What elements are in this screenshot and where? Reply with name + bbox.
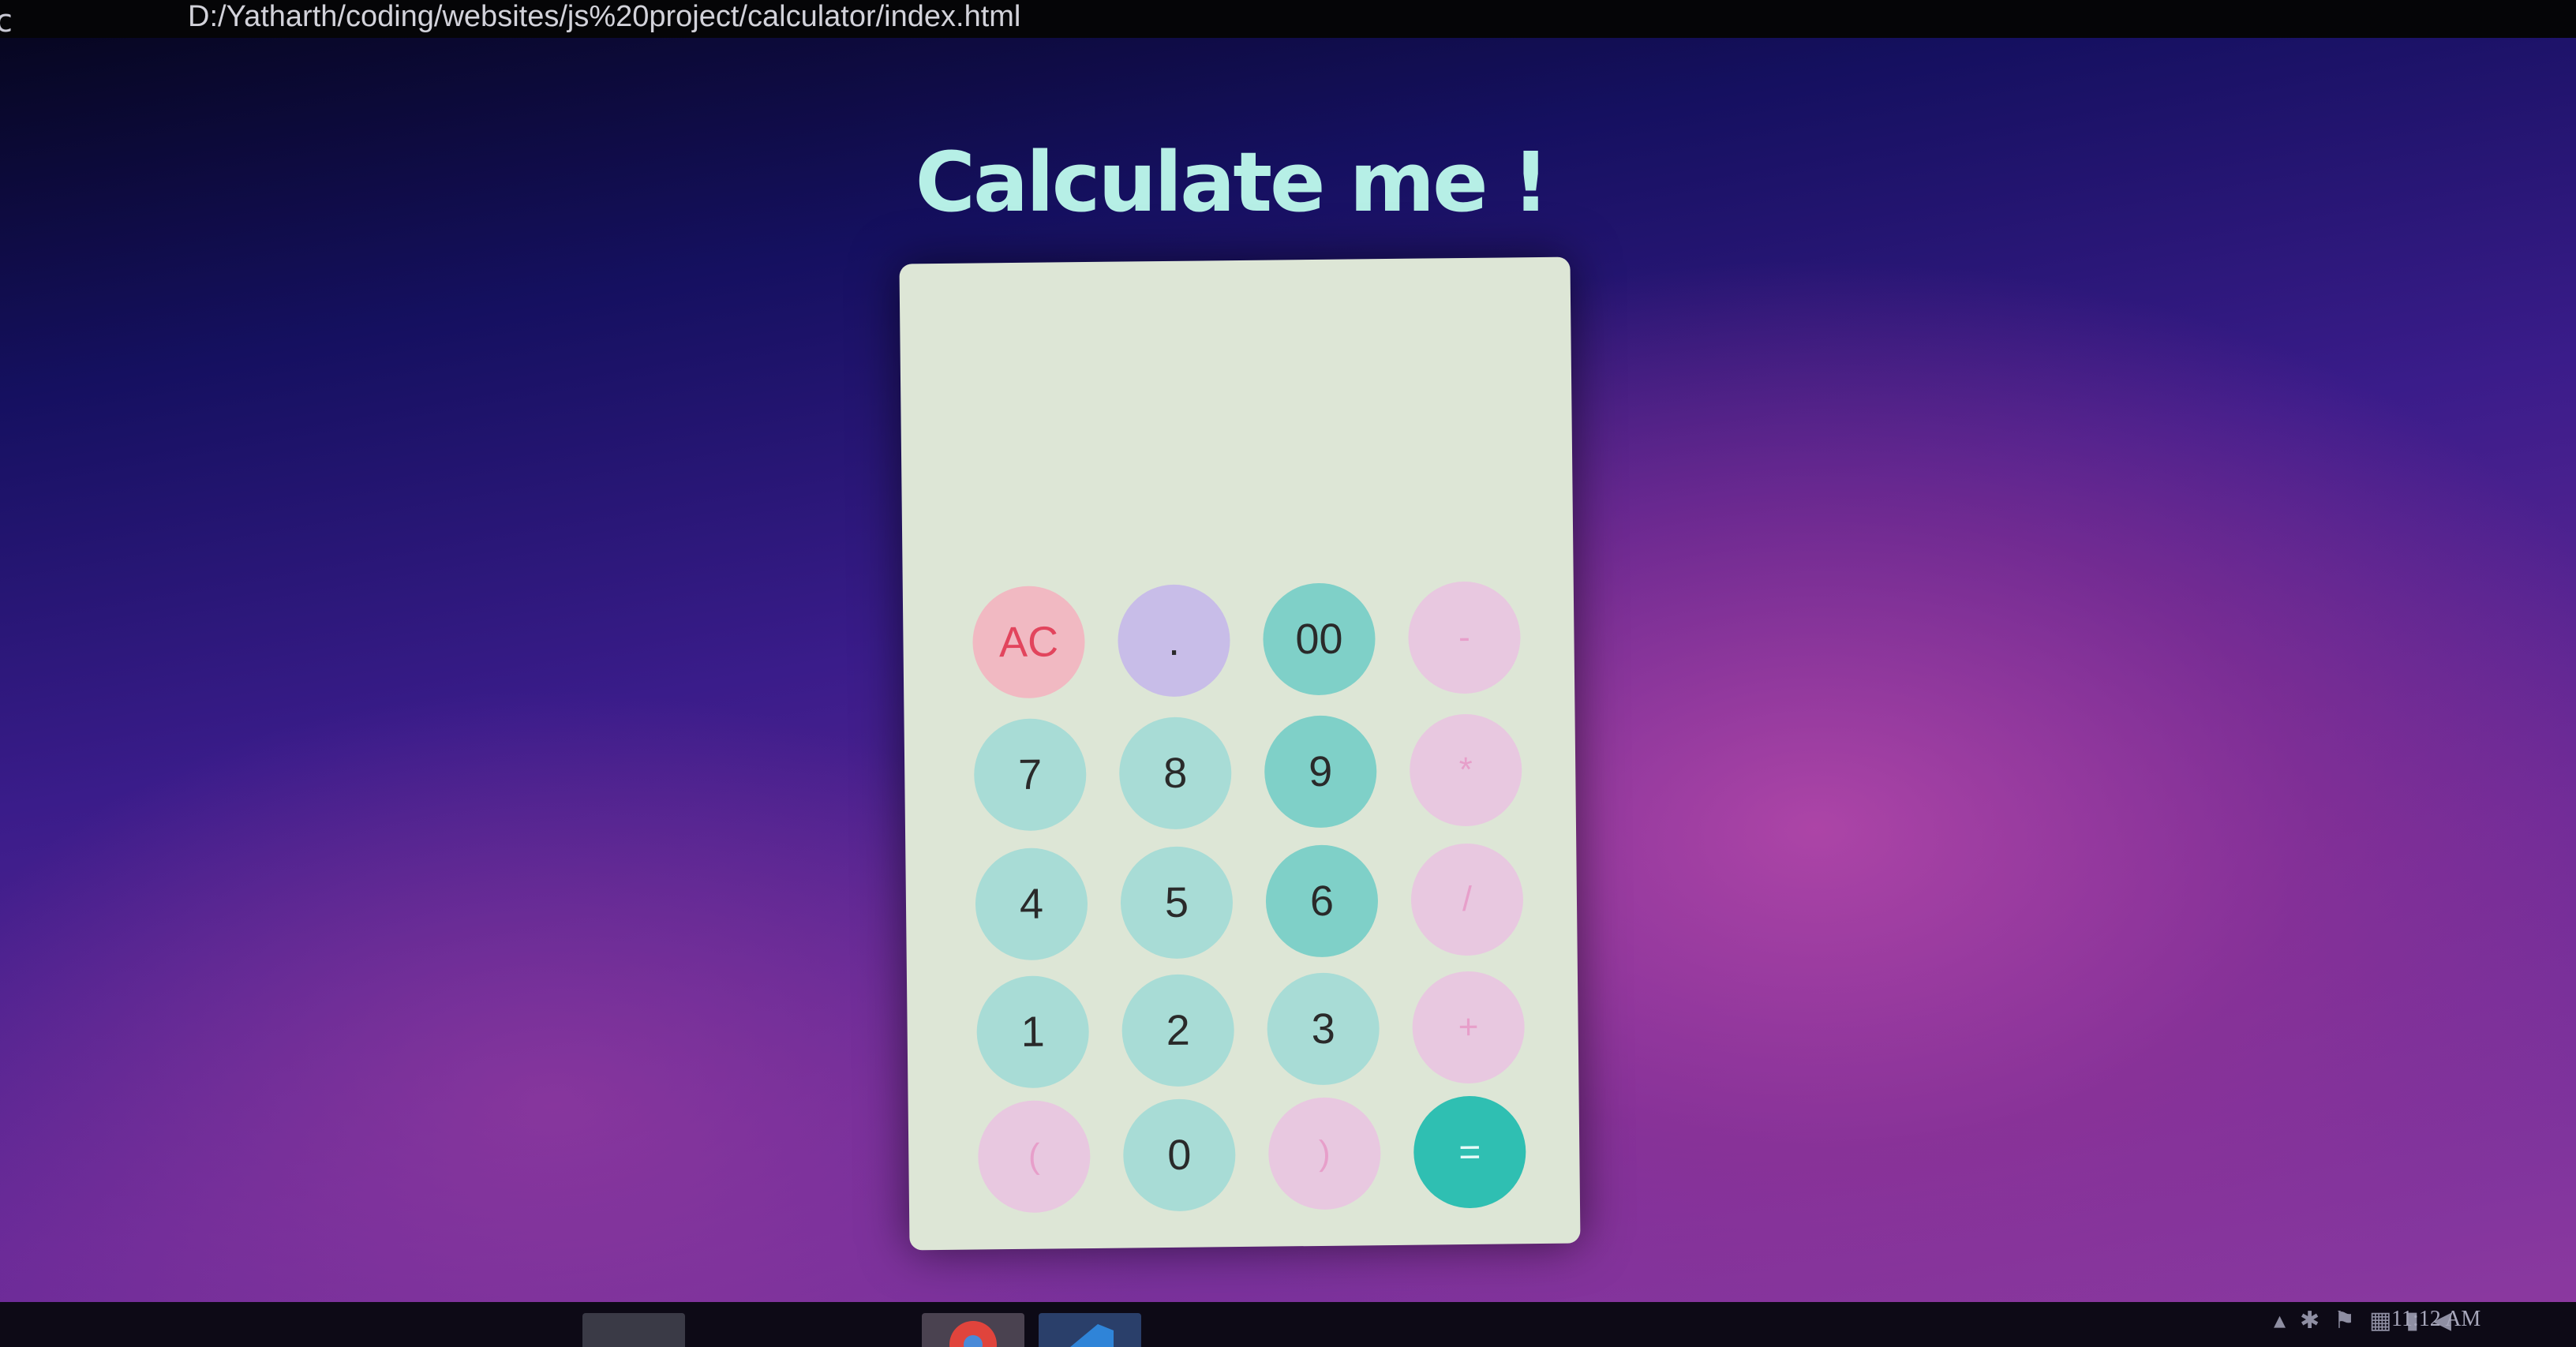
chrome-icon[interactable]: [922, 1313, 1024, 1347]
browser-address-bar[interactable]: c D:/Yatharth/coding/websites/js%20proje…: [0, 0, 2576, 39]
minus-button[interactable]: -: [1407, 581, 1522, 694]
digit-9-button[interactable]: 9: [1264, 715, 1377, 829]
taskbar-clock[interactable]: 11:12 AM: [2391, 1307, 2481, 1332]
calculator: AC . 00 - 7 8 9 * 4 5 6 / 1 2 3 + ( 0 ) …: [899, 256, 1581, 1251]
divide-button[interactable]: /: [1410, 843, 1524, 956]
digit-4-button[interactable]: 4: [975, 847, 1088, 961]
digit-0-button[interactable]: 0: [1122, 1098, 1237, 1212]
desktop-screen: c D:/Yatharth/coding/websites/js%20proje…: [0, 0, 2576, 1347]
open-paren-button[interactable]: (: [977, 1100, 1091, 1214]
calculator-display: [931, 289, 1544, 784]
digit-5-button[interactable]: 5: [1120, 846, 1234, 960]
ac-button[interactable]: AC: [972, 586, 1086, 699]
vscode-icon[interactable]: [1039, 1313, 1141, 1347]
back-icon[interactable]: c: [0, 3, 13, 39]
multiply-button[interactable]: *: [1409, 713, 1522, 827]
digit-7-button[interactable]: 7: [973, 718, 1088, 832]
url-text[interactable]: D:/Yatharth/coding/websites/js%20project…: [188, 0, 1020, 34]
digit-3-button[interactable]: 3: [1266, 972, 1380, 1086]
flag-icon[interactable]: ⚑: [2334, 1307, 2369, 1334]
close-paren-button[interactable]: ): [1267, 1097, 1382, 1210]
decimal-button[interactable]: .: [1117, 584, 1231, 698]
page-title: Calculate me !: [915, 133, 1550, 230]
digit-8-button[interactable]: 8: [1118, 717, 1232, 830]
digit-1-button[interactable]: 1: [975, 975, 1090, 1089]
bluetooth-icon[interactable]: ✱: [2300, 1307, 2334, 1334]
taskbar: ▴✱⚑▦▮◀: [0, 1302, 2576, 1347]
chevron-up-icon[interactable]: ▴: [2274, 1307, 2300, 1334]
equals-button[interactable]: =: [1413, 1095, 1527, 1209]
digit-2-button[interactable]: 2: [1121, 974, 1235, 1087]
folder-icon[interactable]: [582, 1313, 685, 1347]
digit-6-button[interactable]: 6: [1265, 844, 1379, 958]
plus-button[interactable]: +: [1411, 971, 1526, 1084]
